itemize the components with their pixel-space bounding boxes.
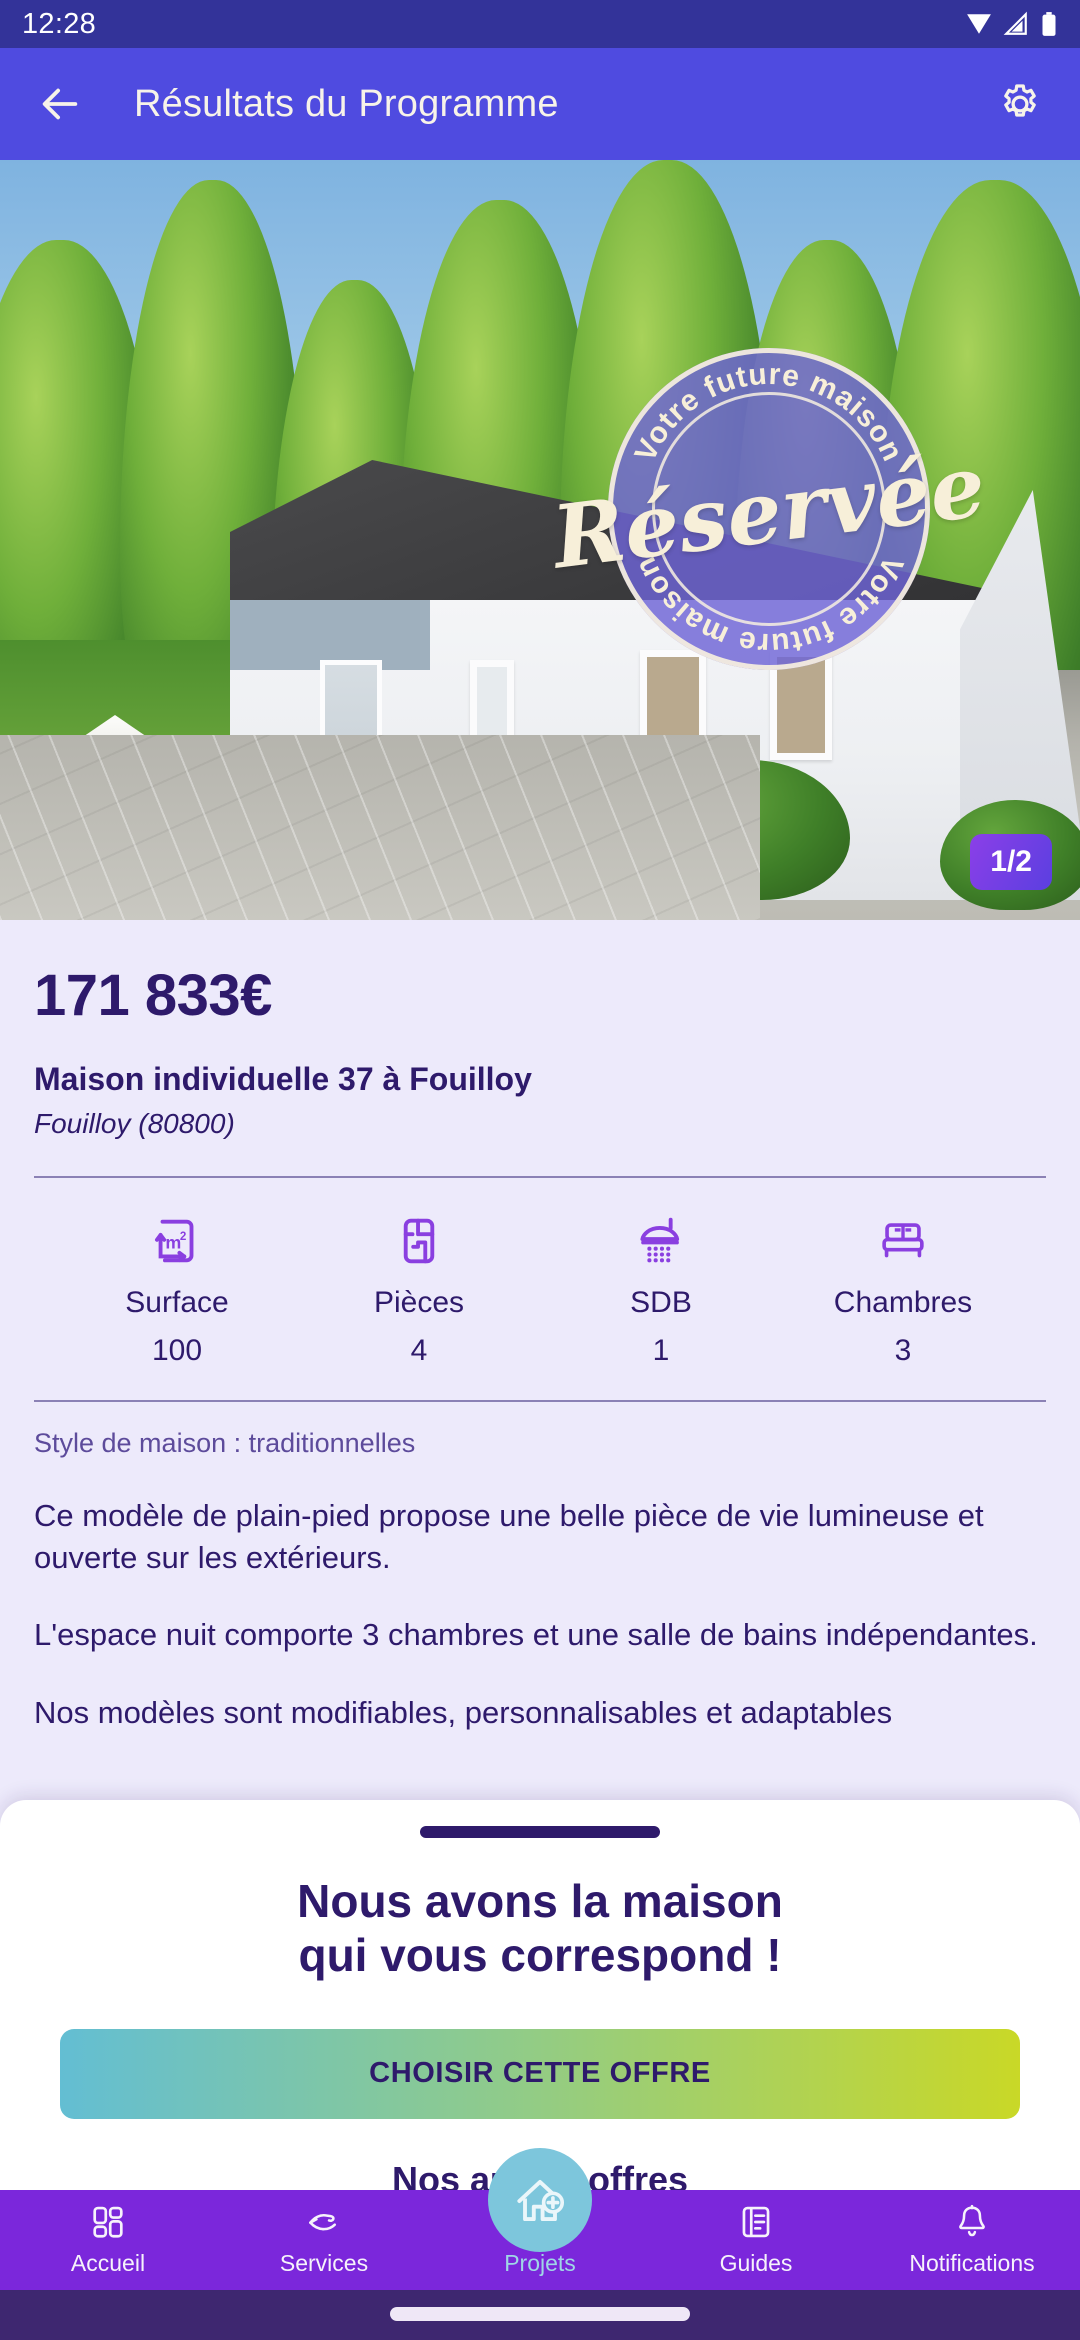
create-project-fab[interactable] <box>488 2148 592 2252</box>
status-bar: 12:28 <box>0 0 1080 48</box>
spec-label: Pièces <box>373 1286 465 1319</box>
document-list-icon <box>737 2200 775 2244</box>
nav-label: Guides <box>719 2250 793 2276</box>
settings-button[interactable] <box>988 72 1052 136</box>
nav-item-guides[interactable]: Guides <box>648 2190 864 2277</box>
spec-label: Surface <box>125 1286 229 1319</box>
bed-icon <box>874 1208 932 1270</box>
signal-icon <box>1003 11 1027 35</box>
listing-city: Fouilloy (80800) <box>34 1108 235 1139</box>
nav-label: Services <box>279 2250 369 2276</box>
nav-item-notifications[interactable]: Notifications <box>864 2190 1080 2277</box>
reserved-stamp: Votre future maison Votre future maison … <box>547 348 991 670</box>
floorplan-rooms-icon <box>390 1208 448 1270</box>
status-icons <box>966 11 1058 37</box>
gesture-navigation-bar <box>0 2290 1080 2340</box>
spec-bedrooms: Chambres 3 <box>782 1208 1024 1368</box>
shower-icon <box>632 1208 690 1270</box>
sheet-headline: Nous avons la maison qui vous correspond… <box>60 1874 1020 1983</box>
choose-offer-button[interactable]: CHOISIR CETTE OFFRE <box>60 2028 1020 2119</box>
sheet-headline-line2: qui vous correspond ! <box>298 1929 782 1982</box>
arrow-left-icon <box>42 88 78 120</box>
house-style-line: Style de maison : traditionnelles <box>34 1428 416 1458</box>
gear-icon <box>1004 84 1036 117</box>
bell-icon <box>953 2200 991 2244</box>
spec-value: 1 <box>652 1334 670 1367</box>
spec-surface: m 2 Surface 100 <box>56 1208 298 1368</box>
spec-row: m 2 Surface 100 Pièces 4 SDB 1 Chambres … <box>34 1178 1046 1394</box>
app-root: 12:28 Résultats du Programme Votre futur… <box>0 0 1080 2340</box>
nav-item-accueil[interactable]: Accueil <box>0 2190 216 2277</box>
page-title: Résultats du Programme <box>134 82 559 125</box>
paved-driveway <box>0 735 760 920</box>
nav-label: Accueil <box>70 2250 146 2276</box>
wifi-icon <box>967 14 991 34</box>
hero-image[interactable]: Votre future maison Votre future maison … <box>0 160 1080 920</box>
listing-details: 171 833€ Maison individuelle 37 à Fouill… <box>0 920 1080 1800</box>
description-paragraph-3: Nos modèles sont modifiables, personnali… <box>34 1694 893 1730</box>
grid-icon <box>89 2200 127 2244</box>
handshake-icon <box>305 2200 343 2244</box>
nav-label: Projets <box>504 2250 576 2276</box>
listing-price: 171 833€ <box>34 963 272 1028</box>
svg-text:2: 2 <box>180 1230 186 1243</box>
spec-label: SDB <box>630 1286 692 1319</box>
battery-icon <box>1042 12 1056 36</box>
spec-rooms: Pièces 4 <box>298 1208 540 1368</box>
listing-title: Maison individuelle 37 à Fouilloy <box>34 1061 532 1097</box>
image-pager-badge[interactable]: 1/2 <box>970 834 1052 890</box>
status-clock: 12:28 <box>22 7 97 40</box>
house-plus-fab-icon <box>517 2179 565 2222</box>
spec-value: 100 <box>151 1334 203 1367</box>
spec-bathrooms: SDB 1 <box>540 1208 782 1368</box>
description-paragraph-1: Ce modèle de plain-pied propose une bell… <box>34 1498 984 1575</box>
nav-item-services[interactable]: Services <box>216 2190 432 2277</box>
surface-m2-icon: m 2 <box>148 1208 206 1270</box>
sheet-headline-line1: Nous avons la maison <box>297 1875 783 1927</box>
back-button[interactable] <box>28 72 92 136</box>
nav-label: Notifications <box>909 2250 1035 2276</box>
home-indicator[interactable] <box>390 2307 690 2321</box>
spec-value: 4 <box>410 1334 428 1367</box>
divider-top <box>34 1176 1046 1178</box>
spec-label: Chambres <box>833 1286 973 1319</box>
divider-bottom <box>34 1400 1046 1402</box>
app-bar: Résultats du Programme <box>0 48 1080 160</box>
description-paragraph-2: L'espace nuit comporte 3 chambres et une… <box>34 1617 1038 1653</box>
spec-value: 3 <box>894 1334 912 1367</box>
sheet-drag-handle[interactable] <box>420 1826 660 1838</box>
